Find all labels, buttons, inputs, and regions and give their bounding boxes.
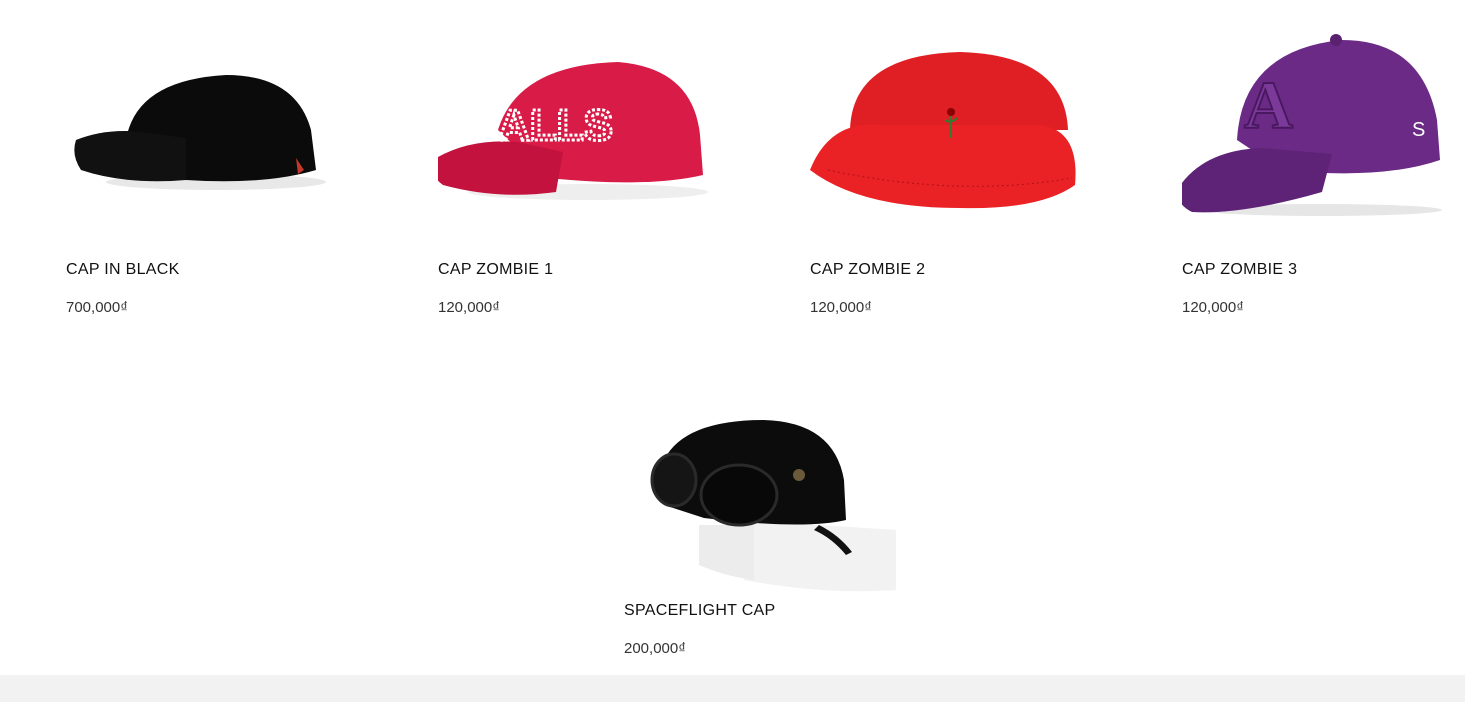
product-price: 200,000₫ bbox=[624, 640, 686, 657]
product-price: 700,000₫ bbox=[66, 299, 128, 316]
product-name[interactable]: CAP ZOMBIE 2 bbox=[810, 261, 925, 279]
black-cap-image[interactable] bbox=[66, 20, 366, 260]
product-price: 120,000₫ bbox=[810, 299, 872, 316]
logo-letter: A bbox=[1244, 67, 1293, 143]
product-price: 120,000₫ bbox=[438, 299, 500, 316]
footer-band bbox=[0, 675, 1465, 702]
embroidery-text: ALLS bbox=[498, 101, 613, 150]
goggle-cap-image[interactable] bbox=[624, 380, 924, 620]
product-name[interactable]: CAP IN BLACK bbox=[66, 261, 180, 279]
red-satin-cap-image[interactable]: ALLS bbox=[438, 20, 738, 260]
side-letter: S bbox=[1412, 119, 1425, 141]
product-price: 120,000₫ bbox=[1182, 299, 1244, 316]
product-name[interactable]: CAP ZOMBIE 1 bbox=[438, 261, 553, 279]
product-name[interactable]: SPACEFLIGHT CAP bbox=[624, 602, 776, 620]
purple-cap-image[interactable]: A S bbox=[1182, 20, 1465, 260]
product-name[interactable]: CAP ZOMBIE 3 bbox=[1182, 261, 1297, 279]
red-bucket-hat-image[interactable] bbox=[810, 20, 1110, 260]
